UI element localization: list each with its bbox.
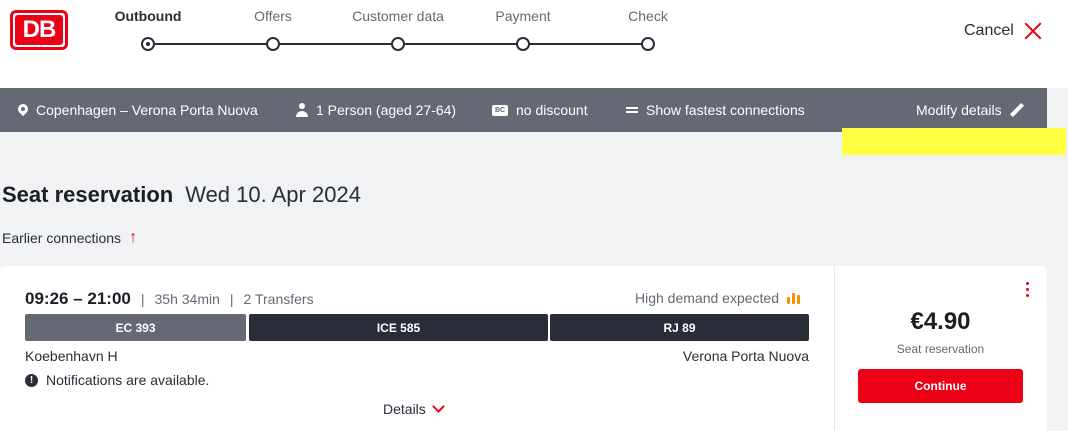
header: DB Outbound Offers Customer data Payment… [0,0,1068,88]
arrival-station: Verona Porta Nuova [682,348,809,364]
segment-ice-585[interactable]: ICE 585 [249,314,548,341]
fastest-text: Show fastest connections [646,102,805,118]
highlight-marker [842,128,1066,155]
arrow-up-icon: ↑ [129,229,138,246]
modify-text: Modify details [916,102,1002,118]
page-title: Seat reservation [2,182,174,207]
bahncard-icon: BC [492,104,508,116]
divider: | [229,291,234,307]
notifications-notice: ! Notifications are available. [25,372,209,388]
filter-icon [626,105,638,115]
step-dot-outbound [141,37,155,51]
close-icon [1024,22,1042,40]
step-dot-check [641,37,655,51]
duration: 35h 34min [154,291,220,307]
chevron-down-icon [431,400,445,413]
step-label-check: Check [628,8,668,24]
occupancy-icon [787,292,802,304]
page-heading: Seat reservation Wed 10. Apr 2024 [2,182,361,208]
earlier-connections-label: Earlier connections [2,230,122,246]
pencil-icon [1010,103,1024,117]
price-label: Seat reservation [896,342,985,356]
connection-summary: 09:26 – 21:00 | 35h 34min | 2 Transfers [25,289,314,309]
travellers-summary[interactable]: 1 Person (aged 27-64) [296,88,456,132]
travel-date: Wed 10. Apr 2024 [185,182,361,207]
divider: | [140,291,145,307]
details-label: Details [383,401,426,417]
discount-text: no discount [516,102,588,118]
departure-station: Koebenhavn H [25,348,118,364]
notice-text: Notifications are available. [46,372,210,388]
earlier-connections-link[interactable]: Earlier connections ↑ [2,229,138,247]
discount-summary[interactable]: BC no discount [492,88,588,132]
modify-details-button[interactable]: Modify details [916,88,1024,132]
search-summary-bar: Copenhagen – Verona Porta Nuova 1 Person… [0,88,1047,132]
details-toggle[interactable]: Details [383,400,445,417]
person-icon [296,103,308,117]
demand-text: High demand expected [635,290,779,306]
cancel-label: Cancel [964,22,1014,39]
price: €4.90 [910,308,971,335]
step-dot-offers [266,37,280,51]
step-dot-payment [516,37,530,51]
step-label-customer-data: Customer data [352,8,444,24]
route-summary[interactable]: Copenhagen – Verona Porta Nuova [18,88,258,132]
segment-rj-89[interactable]: RJ 89 [550,314,809,341]
db-logo[interactable]: DB [10,10,68,50]
continue-button[interactable]: Continue [858,369,1023,403]
more-options-icon[interactable] [1026,282,1030,297]
cancel-button[interactable]: Cancel [964,20,1042,42]
step-label-offers: Offers [254,8,292,24]
logo-text: DB [22,16,57,43]
route-text: Copenhagen – Verona Porta Nuova [36,102,258,118]
time-range: 09:26 – 21:00 [25,289,131,308]
step-dot-customer-data [391,37,405,51]
location-pin-icon [18,104,28,116]
demand-indicator: High demand expected [635,290,802,306]
step-label-payment: Payment [495,8,551,24]
segment-ec-393[interactable]: EC 393 [25,314,246,341]
step-label-outbound: Outbound [114,8,182,24]
transfers: 2 Transfers [243,291,314,307]
fastest-connections-toggle[interactable]: Show fastest connections [626,88,805,132]
alert-icon: ! [25,373,38,387]
travellers-text: 1 Person (aged 27-64) [316,102,457,118]
